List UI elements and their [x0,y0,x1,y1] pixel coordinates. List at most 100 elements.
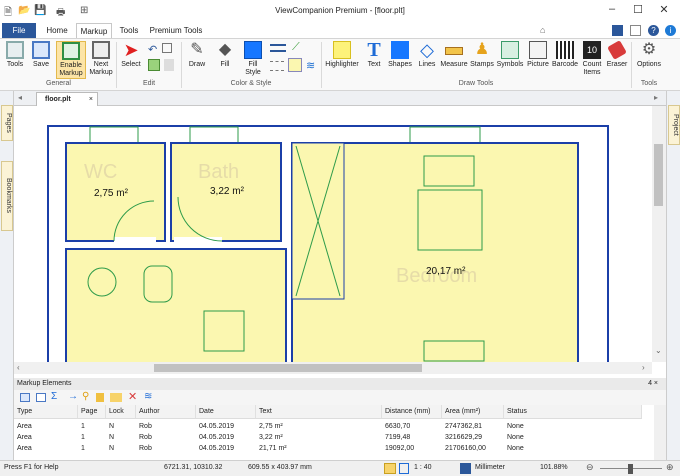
status-zoom[interactable]: 101.88% [540,464,568,471]
sum-icon[interactable]: Σ [51,391,57,402]
vertical-scrollbar[interactable]: ⌄ [652,106,666,362]
status-scale[interactable]: 1 : 40 [414,464,432,471]
tab-markup[interactable]: Markup [76,23,112,38]
view-icon[interactable] [630,25,641,36]
column-header[interactable]: Distance (mm) [382,405,442,419]
goto-icon[interactable]: → [68,391,78,402]
panel-pin-close[interactable]: 4 × [648,378,658,390]
text-button[interactable]: T Text [364,40,384,79]
fill-style-button[interactable]: Fill Style [240,41,266,79]
close-button[interactable]: ✕ [652,3,676,19]
living-area[interactable] [65,248,287,362]
barcode-button[interactable]: Barcode [552,41,578,79]
group-icon[interactable] [148,59,160,71]
lines-button[interactable]: ◇ Lines [416,41,438,79]
filter-icon[interactable]: ⚲ [82,391,89,402]
title-bar: 🗎 📂 💾 🖶 ⊞ ViewCompanion Premium - [floor… [0,0,680,22]
barcode-icon [556,41,574,59]
lock-icon[interactable] [164,59,174,71]
layout-icon[interactable] [612,25,623,36]
select-button[interactable]: ➤ Select [118,41,144,79]
undo-icon[interactable]: ↶ [148,43,157,56]
export-icon[interactable] [36,393,46,402]
stamps-button[interactable]: ♟ Stamps [470,41,494,79]
tools-button[interactable]: Tools [3,41,27,79]
column-header[interactable]: Page [78,405,106,419]
column-header[interactable]: Type [14,405,78,419]
fill-style-icon [244,41,262,59]
zoom-slider-thumb[interactable] [628,464,633,474]
snap-icon[interactable] [384,463,396,474]
properties-icon[interactable] [162,43,172,53]
cursor-icon: ➤ [123,40,139,60]
save-markup-button[interactable]: Save [28,41,54,79]
close-tab-icon[interactable]: × [89,93,93,106]
cell-author: Rob [139,445,152,452]
column-header[interactable]: Lock [106,405,136,419]
horizontal-scroll-thumb[interactable] [154,364,422,372]
draw-button[interactable]: ✎ Draw [184,41,210,79]
fill-button[interactable]: ◆ Fill [212,41,238,79]
scroll-down-icon[interactable]: ⌄ [655,346,662,355]
lock-markup-icon[interactable] [96,393,104,402]
bookmarks-tab[interactable]: Bookmarks [1,161,13,231]
layers-panel-icon[interactable]: ≋ [144,391,152,402]
list-view-icon[interactable] [20,393,30,402]
status-units[interactable]: Millimeter [475,464,505,471]
color-picker-icon[interactable]: ⟋ [292,41,300,54]
maximize-button[interactable]: ☐ [626,3,650,19]
scroll-left-icon[interactable]: ‹ [17,363,20,372]
enable-markup-button[interactable]: Enable Markup [56,41,86,79]
tab-scroll-right-icon[interactable]: ▸ [654,93,658,102]
dash-style-icon[interactable] [270,61,284,71]
measure-button[interactable]: Measure [440,41,468,79]
line-style-icon[interactable] [270,44,286,52]
help-icon[interactable]: ? [648,25,659,36]
cell-status: None [507,423,524,430]
minimize-button[interactable]: – [600,3,624,19]
document-tab[interactable]: floor.plt × [36,92,98,106]
eraser-icon [607,40,627,60]
lines-icon: ◇ [420,40,434,60]
tab-file[interactable]: File [2,23,36,38]
column-header[interactable]: Author [136,405,196,419]
scroll-right-icon[interactable]: › [642,363,645,372]
tab-scroll-left-icon[interactable]: ◂ [18,93,22,102]
count-items-button[interactable]: 10 Count Items [580,41,604,79]
highlight-icon[interactable] [110,393,122,402]
shapes-button[interactable]: Shapes [386,41,414,79]
horizontal-scrollbar[interactable]: ‹ › [14,362,652,374]
status-page-size: 609.55 x 403.97 mm [248,464,312,471]
layers-icon[interactable]: ≋ [306,59,315,72]
zoom-out-icon[interactable]: ⊖ [586,462,594,473]
cell-distance: 19092,00 [385,445,415,452]
tab-tools[interactable]: Tools [114,23,144,38]
options-button[interactable]: ⚙ Options [634,41,664,79]
cell-page: 1 [81,445,85,452]
column-header[interactable]: Date [196,405,256,419]
picture-button[interactable]: Picture [526,41,550,79]
highlighter-button[interactable]: Highlighter [324,41,360,79]
collapse-ribbon-icon[interactable]: ⌂ [540,25,551,36]
table-scrollbar[interactable] [654,405,666,460]
scale-icon[interactable] [399,463,409,474]
units-icon [460,463,471,474]
symbols-button[interactable]: Symbols [496,41,524,79]
delete-icon[interactable]: ✕ [128,390,137,403]
eraser-button[interactable]: Eraser [606,40,628,79]
zoom-in-icon[interactable]: ⊕ [666,462,674,473]
column-header[interactable]: Text [256,405,382,419]
cell-page: 1 [81,434,85,441]
column-header[interactable]: Status [504,405,642,419]
column-header[interactable]: Area (mm²) [442,405,504,419]
pages-tab[interactable]: Pages [1,105,13,141]
tab-home[interactable]: Home [40,23,74,38]
vertical-scroll-thumb[interactable] [654,144,663,206]
drawing-canvas[interactable]: WC 2,75 m² Bath 3,22 m² Bedroom 20,17 m² [14,106,652,362]
transparency-icon[interactable] [288,58,302,72]
stamps-label: Stamps [470,61,494,68]
project-tab[interactable]: Project [668,105,680,145]
tab-premium-tools[interactable]: Premium Tools [148,23,204,38]
info-icon[interactable]: i [665,25,676,36]
next-markup-button[interactable]: Next Markup [88,41,114,79]
